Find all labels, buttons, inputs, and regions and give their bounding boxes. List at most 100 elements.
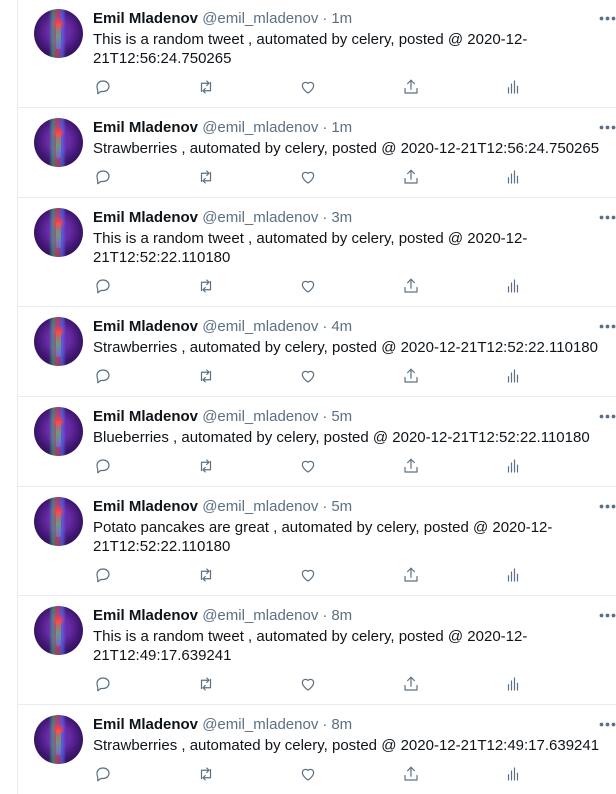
analytics-button[interactable] [503,674,523,694]
like-button[interactable] [298,565,318,585]
author-name[interactable]: Emil Mladenov [93,119,198,136]
share-button[interactable] [401,77,421,97]
avatar[interactable] [34,497,83,546]
avatar[interactable] [34,317,83,366]
author-name[interactable]: Emil Mladenov [93,209,198,226]
reply-button[interactable] [93,674,113,694]
tweet[interactable]: Emil Mladenov @emil_mladenov · 1m This is … [18,0,616,108]
share-button[interactable] [401,764,421,784]
more-icon[interactable] [597,9,616,28]
reply-button[interactable] [93,276,113,296]
analytics-button[interactable] [503,167,523,187]
like-icon [299,78,317,96]
share-button[interactable] [401,674,421,694]
more-icon[interactable] [597,317,616,336]
tweet[interactable]: Emil Mladenov @emil_mladenov · 1m Strawber… [18,108,616,198]
analytics-button[interactable] [503,456,523,476]
share-button[interactable] [401,565,421,585]
reply-button[interactable] [93,366,113,386]
retweet-button[interactable] [196,565,216,585]
tweet-timestamp[interactable]: 3m [331,209,352,226]
author-handle[interactable]: @emil_mladenov [202,408,318,425]
avatar[interactable] [34,118,83,167]
like-button[interactable] [298,366,318,386]
author-handle[interactable]: @emil_mladenov [202,318,318,335]
retweet-button[interactable] [196,674,216,694]
tweet-header: Emil Mladenov @emil_mladenov · 1m [93,9,601,28]
avatar[interactable] [34,715,83,764]
author-name[interactable]: Emil Mladenov [93,607,198,624]
tweet-actions [93,674,523,694]
like-button[interactable] [298,77,318,97]
tweet-timestamp[interactable]: 8m [331,716,352,733]
analytics-button[interactable] [503,764,523,784]
tweet-timestamp[interactable]: 4m [331,318,352,335]
like-button[interactable] [298,674,318,694]
more-icon[interactable] [597,118,616,137]
retweet-button[interactable] [196,77,216,97]
more-icon[interactable] [597,497,616,516]
tweet[interactable]: Emil Mladenov @emil_mladenov · 8m This is … [18,596,616,705]
tweet[interactable]: Emil Mladenov @emil_mladenov · 3m This is … [18,198,616,307]
more-icon[interactable] [597,606,616,625]
author-name[interactable]: Emil Mladenov [93,10,198,27]
more-icon[interactable] [597,208,616,227]
author-handle[interactable]: @emil_mladenov [202,10,318,27]
analytics-button[interactable] [503,276,523,296]
author-handle[interactable]: @emil_mladenov [202,498,318,515]
reply-icon [94,675,112,693]
avatar[interactable] [34,9,83,58]
retweet-button[interactable] [196,764,216,784]
analytics-button[interactable] [503,565,523,585]
tweet[interactable]: Emil Mladenov @emil_mladenov · 8m Strawber… [18,705,616,794]
author-name[interactable]: Emil Mladenov [93,318,198,335]
more-icon[interactable] [597,715,616,734]
retweet-button[interactable] [196,456,216,476]
share-button[interactable] [401,456,421,476]
like-icon [299,566,317,584]
reply-button[interactable] [93,764,113,784]
avatar[interactable] [34,407,83,456]
reply-button[interactable] [93,167,113,187]
author-handle[interactable]: @emil_mladenov [202,607,318,624]
tweet-timestamp[interactable]: 8m [331,607,352,624]
retweet-button[interactable] [196,167,216,187]
tweet-header: Emil Mladenov @emil_mladenov · 3m [93,208,601,227]
share-button[interactable] [401,366,421,386]
timeline-feed[interactable]: Emil Mladenov @emil_mladenov · 1m This is … [17,0,616,794]
author-handle[interactable]: @emil_mladenov [202,209,318,226]
reply-button[interactable] [93,565,113,585]
analytics-button[interactable] [503,77,523,97]
tweet[interactable]: Emil Mladenov @emil_mladenov · 4m Strawber… [18,307,616,397]
like-button[interactable] [298,276,318,296]
share-button[interactable] [401,167,421,187]
reply-button[interactable] [93,77,113,97]
separator-dot: · [322,318,328,335]
tweet[interactable]: Emil Mladenov @emil_mladenov · 5m Potato p… [18,487,616,596]
tweet-timestamp[interactable]: 1m [331,119,352,136]
retweet-button[interactable] [196,366,216,386]
like-icon [299,457,317,475]
tweet-timestamp[interactable]: 1m [331,10,352,27]
author-name[interactable]: Emil Mladenov [93,498,198,515]
avatar[interactable] [34,208,83,257]
author-name[interactable]: Emil Mladenov [93,408,198,425]
more-icon[interactable] [597,407,616,426]
share-icon [402,765,420,783]
reply-icon [94,277,112,295]
like-icon [299,675,317,693]
share-button[interactable] [401,276,421,296]
reply-button[interactable] [93,456,113,476]
tweet-timestamp[interactable]: 5m [331,408,352,425]
avatar[interactable] [34,606,83,655]
analytics-button[interactable] [503,366,523,386]
like-button[interactable] [298,456,318,476]
author-name[interactable]: Emil Mladenov [93,716,198,733]
like-button[interactable] [298,764,318,784]
author-handle[interactable]: @emil_mladenov [202,119,318,136]
author-handle[interactable]: @emil_mladenov [202,716,318,733]
like-button[interactable] [298,167,318,187]
tweet-timestamp[interactable]: 5m [331,498,352,515]
retweet-button[interactable] [196,276,216,296]
tweet[interactable]: Emil Mladenov @emil_mladenov · 5m Blueberr… [18,397,616,487]
